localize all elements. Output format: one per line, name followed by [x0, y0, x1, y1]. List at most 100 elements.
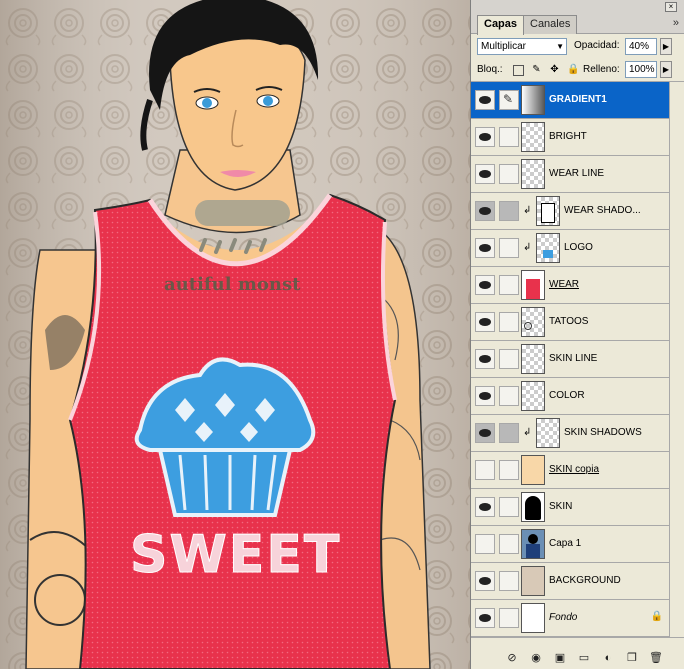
eye-icon[interactable]: [475, 312, 495, 332]
layer-thumbnail[interactable]: [536, 418, 560, 448]
link-slot[interactable]: [499, 460, 519, 480]
layer-row[interactable]: TATOOS: [471, 304, 669, 341]
layer-thumbnail[interactable]: [521, 455, 545, 485]
new-group-icon[interactable]: ▭: [577, 652, 591, 665]
trash-icon[interactable]: 🗑: [649, 652, 663, 665]
layer-thumbnail[interactable]: [521, 603, 545, 633]
layer-name: Fondo: [549, 612, 578, 623]
blend-row: Multiplicar ▼ Opacidad: 40% ▶: [471, 36, 684, 58]
link-slot[interactable]: [499, 571, 519, 591]
panel-tab-bar: × Capas Canales »: [471, 0, 684, 35]
layer-row[interactable]: ↲ SKIN SHADOWS: [471, 415, 669, 452]
fill-slider-arrow-icon[interactable]: ▶: [660, 61, 672, 78]
eye-icon[interactable]: [475, 423, 495, 443]
layer-row[interactable]: SKIN: [471, 489, 669, 526]
eye-icon[interactable]: [475, 534, 495, 554]
layer-thumbnail[interactable]: [521, 344, 545, 374]
new-layer-icon[interactable]: ❐: [625, 652, 639, 665]
shirt-text: SWEET: [130, 525, 341, 585]
layer-thumbnail[interactable]: [536, 196, 560, 226]
layer-thumbnail[interactable]: [536, 233, 560, 263]
tab-capas[interactable]: Capas: [477, 15, 525, 35]
link-slot[interactable]: [499, 238, 519, 258]
blend-mode-value: Multiplicar: [481, 41, 527, 52]
blend-mode-select[interactable]: Multiplicar ▼: [477, 38, 567, 55]
layer-row[interactable]: ↲ LOGO: [471, 230, 669, 267]
layer-row[interactable]: COLOR: [471, 378, 669, 415]
eye-icon[interactable]: [475, 608, 495, 628]
link-slot[interactable]: [499, 534, 519, 554]
layer-thumbnail[interactable]: [521, 122, 545, 152]
layer-name: LOGO: [564, 242, 593, 253]
layer-row[interactable]: WEAR LINE: [471, 156, 669, 193]
layer-row[interactable]: SKIN LINE: [471, 341, 669, 378]
layer-name: TATOOS: [549, 316, 589, 327]
eye-icon[interactable]: [475, 164, 495, 184]
layer-row[interactable]: ↲ WEAR SHADO...: [471, 193, 669, 230]
link-slot[interactable]: [499, 386, 519, 406]
opacity-slider-arrow-icon[interactable]: ▶: [660, 38, 672, 55]
document-canvas[interactable]: autiful monst SWEET: [0, 0, 470, 669]
brush-icon[interactable]: [499, 90, 519, 110]
layer-row[interactable]: WEAR: [471, 267, 669, 304]
fill-field[interactable]: 100%: [625, 61, 657, 78]
tab-canales[interactable]: Canales: [523, 15, 578, 34]
eye-icon[interactable]: [475, 349, 495, 369]
layer-row[interactable]: GRADIENT1: [471, 82, 669, 119]
layer-thumbnail[interactable]: [521, 381, 545, 411]
link-slot[interactable]: [499, 497, 519, 517]
eye-icon[interactable]: [475, 201, 495, 221]
link-slot[interactable]: [499, 312, 519, 332]
layer-row[interactable]: BRIGHT: [471, 119, 669, 156]
close-panel-icon[interactable]: ×: [665, 2, 677, 12]
padlock-icon[interactable]: 🔒: [567, 65, 579, 76]
eye-icon[interactable]: [475, 90, 495, 110]
lock-label: Bloq.:: [477, 64, 503, 75]
brush-lock-icon[interactable]: ✎: [531, 65, 542, 76]
layer-row[interactable]: SKIN copia: [471, 452, 669, 489]
chevron-down-icon: ▼: [556, 42, 564, 51]
layer-row[interactable]: Capa 1: [471, 526, 669, 563]
layer-thumbnail[interactable]: [521, 159, 545, 189]
clipping-arrow-icon: ↲: [523, 242, 532, 253]
link-slot[interactable]: [499, 275, 519, 295]
eye-icon[interactable]: [475, 275, 495, 295]
layer-style-icon[interactable]: ◉: [529, 652, 543, 665]
link-slot[interactable]: [499, 349, 519, 369]
neck-tattoo-text: autiful monst: [164, 274, 301, 295]
layer-thumbnail[interactable]: [521, 85, 545, 115]
move-lock-icon[interactable]: ✥: [549, 65, 560, 76]
opacity-label: Opacidad:: [574, 40, 620, 51]
eye-icon[interactable]: [475, 127, 495, 147]
clipping-arrow-icon: ↲: [523, 427, 532, 438]
link-slot[interactable]: [499, 608, 519, 628]
add-mask-icon[interactable]: ▣: [553, 652, 567, 665]
layer-thumbnail[interactable]: [521, 529, 545, 559]
eye-icon[interactable]: [475, 238, 495, 258]
layer-row[interactable]: Fondo 🔒: [471, 600, 669, 637]
layer-name: COLOR: [549, 390, 585, 401]
lock-transparency-icon[interactable]: [513, 65, 524, 76]
eye-icon[interactable]: [475, 460, 495, 480]
link-slot[interactable]: [499, 201, 519, 221]
layer-name: WEAR SHADO...: [564, 205, 641, 216]
link-slot[interactable]: [499, 164, 519, 184]
layer-thumbnail[interactable]: [521, 566, 545, 596]
eye-icon[interactable]: [475, 497, 495, 517]
eye-icon[interactable]: [475, 571, 495, 591]
adjustment-layer-icon[interactable]: ◐: [601, 652, 615, 665]
layer-name: BACKGROUND: [549, 575, 621, 586]
link-layers-icon[interactable]: ⊘: [505, 652, 519, 665]
layer-row[interactable]: BACKGROUND: [471, 563, 669, 600]
double-chevron-right-icon[interactable]: »: [673, 17, 679, 29]
eye-icon[interactable]: [475, 386, 495, 406]
link-slot[interactable]: [499, 127, 519, 147]
layer-thumbnail[interactable]: [521, 307, 545, 337]
layer-thumbnail[interactable]: [521, 492, 545, 522]
opacity-field[interactable]: 40%: [625, 38, 657, 55]
layers-scrollbar[interactable]: [669, 82, 684, 637]
layer-thumbnail[interactable]: [521, 270, 545, 300]
layer-name: SKIN LINE: [549, 353, 598, 364]
link-slot[interactable]: [499, 423, 519, 443]
cloud-tattoo: [195, 200, 290, 226]
